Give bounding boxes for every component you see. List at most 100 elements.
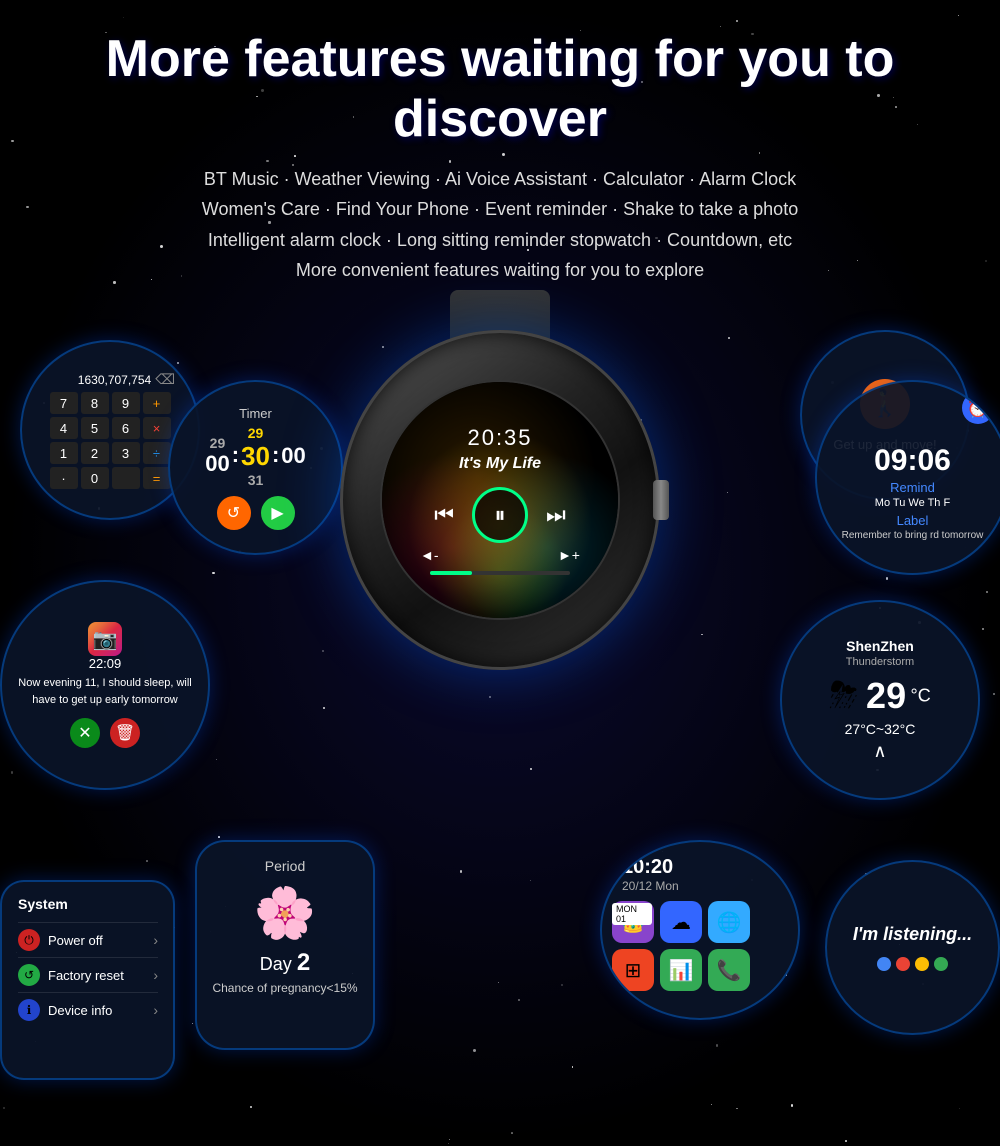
calc-empty <box>112 467 140 489</box>
device-info-label: Device info <box>48 1003 153 1018</box>
weather-expand-icon[interactable]: ∧ <box>873 741 886 762</box>
calc-1[interactable]: 1 <box>50 442 78 464</box>
info-icon: ℹ <box>18 999 40 1021</box>
calc-display: 1630,707,754 ⌫ <box>45 371 175 388</box>
feature-list: BT Music · Weather Viewing · Ai Voice As… <box>40 164 960 286</box>
timer-reset-button[interactable]: ↺ <box>217 496 251 530</box>
vol-up-button[interactable]: ►+ <box>558 547 580 563</box>
play-pause-button[interactable] <box>472 487 528 543</box>
timer-colon2: : <box>272 442 279 468</box>
dot-blue <box>877 957 891 971</box>
prev-button[interactable]: ⏮ <box>434 502 454 528</box>
timer-bubble: Timer 29 00 : 29 30 31 : 00 ↺ ▶ <box>168 380 343 555</box>
power-off-arrow: › <box>153 932 158 948</box>
timer-minutes: 30 <box>241 441 270 472</box>
alarm-note: Remember to bring rd tomorrow <box>832 530 994 541</box>
watch-time: 20:35 <box>467 425 532 451</box>
weather-icon: ⛈ <box>829 674 858 717</box>
system-power-off[interactable]: ⏻ Power off › <box>18 922 158 957</box>
calc-7[interactable]: 7 <box>50 392 78 414</box>
header-section: More features waiting for you to discove… <box>0 10 1000 296</box>
app-globe[interactable]: 🌐 <box>708 901 750 943</box>
notification-bubble: 📷 22:09 Now evening 11, I should sleep, … <box>0 580 210 790</box>
alarm-time: 09:06 <box>874 444 951 478</box>
calc-div[interactable]: ÷ <box>143 442 171 464</box>
watch-screen: 20:35 It's My Life ⏮ ⏭ ◄- ►+ <box>380 380 620 620</box>
period-info: Chance of pregnancy<15% <box>212 981 357 995</box>
weather-range: 27°C~32°C <box>845 721 916 737</box>
weather-temp: 29 <box>866 675 906 716</box>
calc-2[interactable]: 2 <box>81 442 109 464</box>
weather-main: ⛈ 29 °C <box>829 674 931 717</box>
calc-5[interactable]: 5 <box>81 417 109 439</box>
notif-delete-button[interactable]: 🗑 <box>110 718 140 748</box>
weather-bubble: ShenZhen Thunderstorm ⛈ 29 °C 27°C~32°C … <box>780 600 980 800</box>
feature-line-4: More convenient features waiting for you… <box>296 260 704 280</box>
timer-title: Timer <box>239 406 272 421</box>
dot-red <box>896 957 910 971</box>
weather-unit: °C <box>911 685 931 705</box>
notif-close-button[interactable]: ✕ <box>70 718 100 748</box>
calc-9[interactable]: 9 <box>112 392 140 414</box>
voice-bubble: I'm listening... <box>825 860 1000 1035</box>
notif-text: Now evening 11, I should sleep, will hav… <box>2 675 208 708</box>
timer-colon1: : <box>232 442 239 468</box>
period-flower-icon: 🌸 <box>254 884 316 943</box>
period-day: Day 2 <box>260 949 310 977</box>
period-bubble: Period 🌸 Day 2 Chance of pregnancy<15% <box>195 840 375 1050</box>
feature-line-1: BT Music · Weather Viewing · Ai Voice As… <box>204 169 796 189</box>
calc-dot[interactable]: · <box>50 467 78 489</box>
system-title: System <box>18 896 158 912</box>
timer-hours: 00 <box>205 451 229 477</box>
instagram-icon: 📷 <box>88 622 122 656</box>
next-button[interactable]: ⏭ <box>546 502 566 528</box>
notif-actions: ✕ 🗑 <box>70 718 140 748</box>
calc-3[interactable]: 3 <box>112 442 140 464</box>
weather-condition: Thunderstorm <box>846 656 914 668</box>
calc-6[interactable]: 6 <box>112 417 140 439</box>
listening-text: I'm listening... <box>853 924 972 945</box>
calc-4[interactable]: 4 <box>50 417 78 439</box>
calc-8[interactable]: 8 <box>81 392 109 414</box>
notif-time: 22:09 <box>89 656 122 671</box>
feature-line-2: Women's Care · Find Your Phone · Event r… <box>202 199 798 219</box>
watch-song: It's My Life <box>459 455 541 473</box>
app-cloud[interactable]: ☁ <box>660 901 702 943</box>
vol-down-button[interactable]: ◄- <box>420 547 439 563</box>
weather-city: ShenZhen <box>846 638 914 654</box>
alarm-remind: Remind <box>890 480 935 495</box>
smart-bubble: 10:20 20/12 Mon 👑 MON 01 ☁ 🌐 ⊞ 📊 📞 <box>600 840 800 1020</box>
app-chart[interactable]: 📊 <box>660 949 702 991</box>
watch-container: 20:35 It's My Life ⏮ ⏭ ◄- ►+ <box>340 330 660 690</box>
period-title: Period <box>265 858 305 874</box>
timer-seconds: 00 <box>281 443 305 469</box>
system-factory-reset[interactable]: ↺ Factory reset › <box>18 957 158 992</box>
calc-grid: 7 8 9 + 4 5 6 × 1 2 3 ÷ · 0 = <box>50 392 171 489</box>
power-off-label: Power off <box>48 933 153 948</box>
system-device-info[interactable]: ℹ Device info › <box>18 992 158 1027</box>
calc-0[interactable]: 0 <box>81 467 109 489</box>
calc-mult[interactable]: × <box>143 417 171 439</box>
feature-line-3: Intelligent alarm clock · Long sitting r… <box>208 230 792 250</box>
app-crown[interactable]: 👑 MON 01 <box>612 901 654 943</box>
calendar-badge: MON 01 <box>612 903 652 925</box>
reset-icon: ↺ <box>18 964 40 986</box>
period-day-label: Day <box>260 954 292 974</box>
device-info-arrow: › <box>153 1002 158 1018</box>
smart-apps-grid: 👑 MON 01 ☁ 🌐 ⊞ 📊 📞 <box>602 901 760 991</box>
progress-fill <box>430 571 472 575</box>
timer-play-button[interactable]: ▶ <box>261 496 295 530</box>
calc-plus[interactable]: + <box>143 392 171 414</box>
dot-green <box>934 957 948 971</box>
watch-crown[interactable] <box>653 480 669 520</box>
calc-equals[interactable]: = <box>143 467 171 489</box>
timer-controls: ↺ ▶ <box>217 496 295 530</box>
app-phone[interactable]: 📞 <box>708 949 750 991</box>
progress-bar <box>430 571 570 575</box>
system-bubble: System ⏻ Power off › ↺ Factory reset › ℹ… <box>0 880 175 1080</box>
power-icon: ⏻ <box>18 929 40 951</box>
timer-prev-min: 29 <box>248 425 264 441</box>
alarm-label-text: Label <box>897 513 929 528</box>
calc-value: 1630,707,754 <box>78 373 151 387</box>
watch-screen-inner: 20:35 It's My Life ⏮ ⏭ ◄- ►+ <box>382 382 618 618</box>
